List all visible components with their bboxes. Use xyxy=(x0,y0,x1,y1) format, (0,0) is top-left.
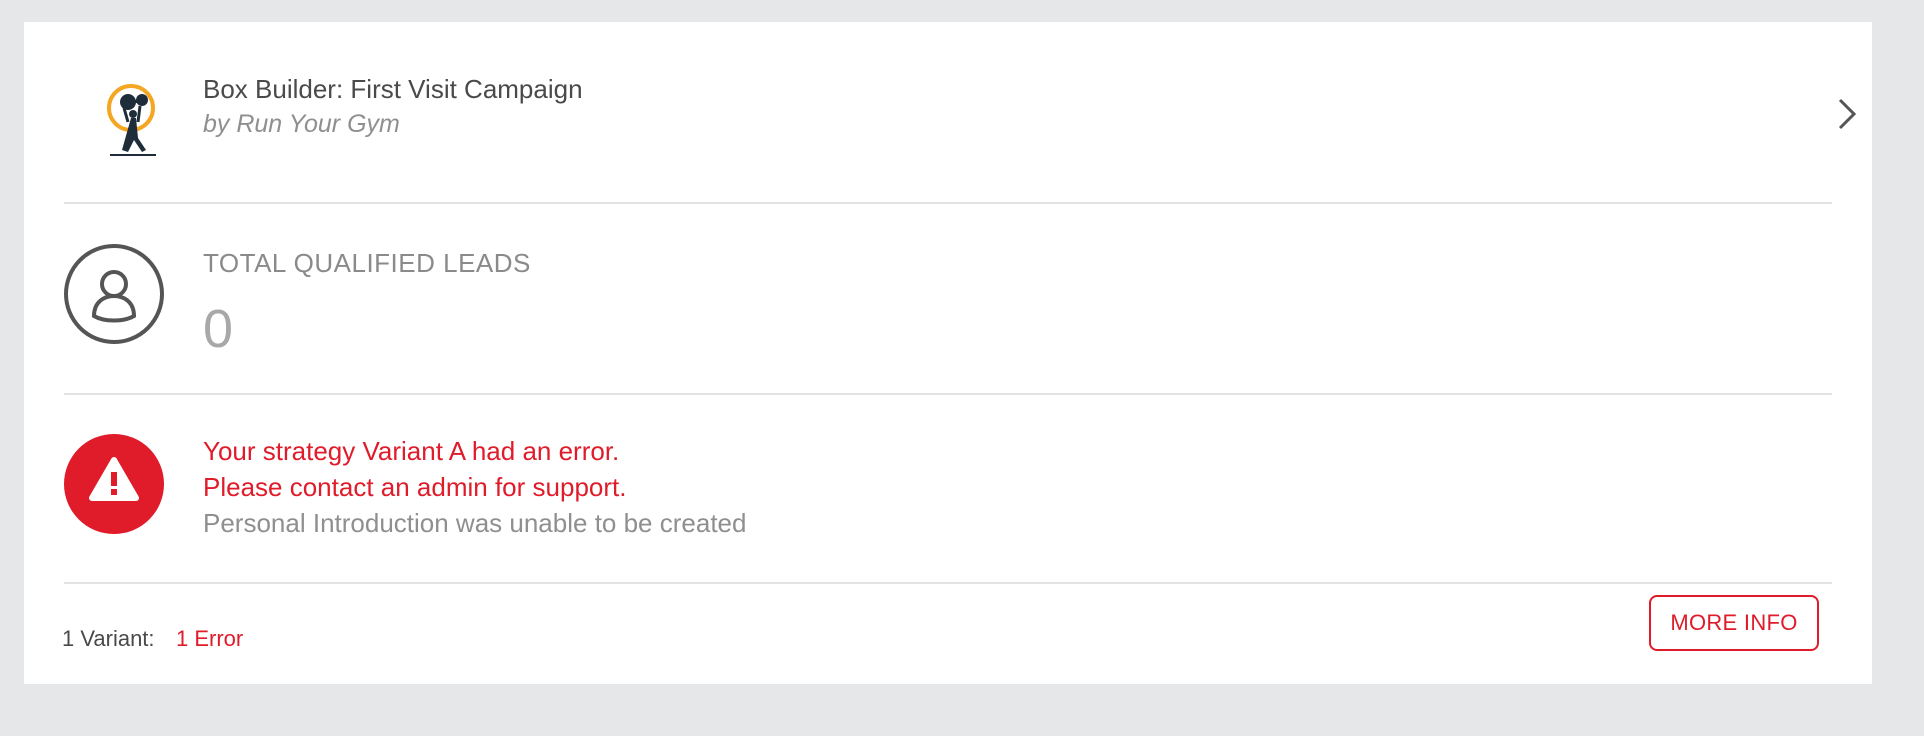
user-icon xyxy=(64,244,164,344)
campaign-author: by Run Your Gym xyxy=(203,110,400,138)
variant-error-count[interactable]: 1 Error xyxy=(176,626,243,652)
error-detail: Personal Introduction was unable to be c… xyxy=(203,508,747,538)
divider xyxy=(64,202,1832,204)
total-leads-label: TOTAL QUALIFIED LEADS xyxy=(203,248,531,278)
warning-icon xyxy=(64,434,164,534)
campaign-card: Box Builder: First Visit Campaign by Run… xyxy=(24,22,1872,684)
divider xyxy=(64,393,1832,395)
error-message-line1: Your strategy Variant A had an error. xyxy=(203,436,620,466)
weightlifter-logo-icon xyxy=(107,84,156,156)
variant-count-label: 1 Variant: xyxy=(62,626,155,651)
chevron-right-icon[interactable] xyxy=(1832,94,1862,134)
more-info-button[interactable]: MORE INFO xyxy=(1649,595,1819,651)
total-leads-value: 0 xyxy=(203,299,234,359)
error-message-line2: Please contact an admin for support. xyxy=(203,472,627,502)
divider xyxy=(64,582,1832,584)
campaign-title: Box Builder: First Visit Campaign xyxy=(203,74,583,104)
